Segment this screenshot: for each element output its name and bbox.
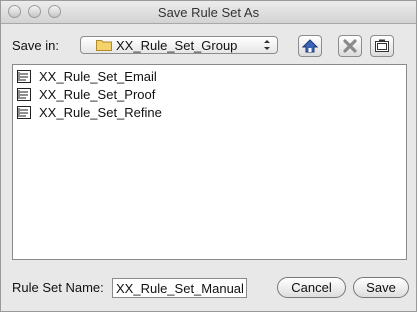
save-button[interactable]: Save	[353, 277, 409, 298]
delete-icon	[343, 39, 357, 53]
rule-set-name-label: Rule Set Name:	[12, 280, 104, 295]
file-name: XX_Rule_Set_Proof	[39, 87, 156, 102]
file-name: XX_Rule_Set_Email	[39, 69, 157, 84]
home-icon	[302, 39, 318, 53]
new-folder-icon	[375, 39, 389, 52]
new-folder-button[interactable]	[370, 35, 394, 57]
window-title: Save Rule Set As	[157, 5, 260, 20]
title-bar: Save Rule Set As	[1, 1, 416, 24]
save-in-value: XX_Rule_Set_Group	[116, 38, 238, 53]
rule-set-file-icon	[17, 70, 31, 83]
folder-icon	[96, 40, 112, 51]
save-in-label: Save in:	[12, 38, 59, 53]
rule-set-file-icon	[17, 88, 31, 101]
delete-button[interactable]	[338, 35, 362, 57]
chevron-updown-icon	[264, 40, 270, 50]
save-in-dropdown[interactable]: XX_Rule_Set_Group	[80, 36, 278, 54]
file-name: XX_Rule_Set_Refine	[39, 105, 162, 120]
save-dialog: Save Rule Set As Save in: XX_Rule_Set_Gr…	[0, 0, 417, 312]
rule-set-name-input[interactable]	[112, 278, 247, 298]
file-list[interactable]: XX_Rule_Set_Email XX_Rule_Set_Proof XX_R…	[12, 64, 407, 260]
home-button[interactable]	[298, 35, 322, 57]
rule-set-file-icon	[17, 106, 31, 119]
cancel-button[interactable]: Cancel	[277, 277, 346, 298]
